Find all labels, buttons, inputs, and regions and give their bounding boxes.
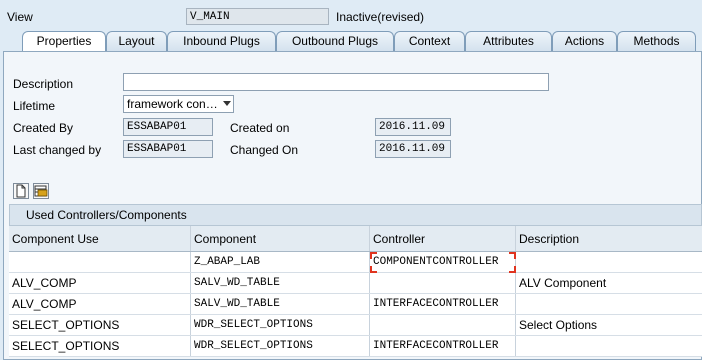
cell-description[interactable] [516,336,702,356]
table-header: Component Use Component Controller Descr… [9,226,702,252]
focus-corner-top-left [370,252,377,259]
table-row[interactable]: ALV_COMP SALV_WD_TABLE ALV Component [9,273,702,294]
created-on-label: Created on [230,121,290,135]
cell-description[interactable] [516,252,702,272]
cell-component-use[interactable]: SELECT_OPTIONS [9,315,191,335]
tab-context[interactable]: Context [394,31,465,51]
cell-description[interactable]: Select Options [516,315,702,335]
table-row[interactable]: ALV_COMP SALV_WD_TABLE INTERFACECONTROLL… [9,294,702,315]
cell-component[interactable]: Z_ABAP_LAB [191,252,370,272]
created-on-field: 2016.11.09 [375,118,451,136]
cell-component-use[interactable]: ALV_COMP [9,294,191,314]
changed-on-value: 2016.11.09 [379,143,446,155]
cell-component-use[interactable]: SELECT_OPTIONS [9,336,191,356]
tab-attributes[interactable]: Attributes [465,31,552,51]
lifetime-value: framework con… [127,97,218,111]
focus-corner-top-right [509,252,516,259]
cell-controller[interactable] [370,273,516,293]
cell-component[interactable]: WDR_SELECT_OPTIONS [191,336,370,356]
new-document-icon [16,184,26,198]
tab-outbound-plugs[interactable]: Outbound Plugs [276,31,394,51]
column-header-component[interactable]: Component [191,226,370,251]
table-row[interactable]: SELECT_OPTIONS WDR_SELECT_OPTIONS Select… [9,315,702,336]
lifetime-label: Lifetime [13,99,56,113]
last-changed-by-label: Last changed by [13,143,102,157]
column-header-component-use[interactable]: Component Use [9,226,191,251]
table-row[interactable]: Z_ABAP_LAB COMPONENTCONTROLLER [9,252,702,273]
cell-component-use[interactable] [9,252,191,272]
changed-on-field: 2016.11.09 [375,140,451,158]
new-document-button[interactable] [13,183,29,199]
last-changed-by-field: ESSABAP01 [123,140,213,158]
tab-layout[interactable]: Layout [106,31,167,51]
status-text: Inactive(revised) [336,10,425,24]
dropdown-arrow-icon[interactable] [223,101,231,106]
created-on-value: 2016.11.09 [379,121,446,133]
tab-methods[interactable]: Methods [617,31,696,51]
changed-on-label: Changed On [230,143,299,157]
cell-component[interactable]: SALV_WD_TABLE [191,294,370,314]
tab-strip: Properties Layout Inbound Plugs Outbound… [0,31,702,52]
cell-controller[interactable]: INTERFACECONTROLLER [370,336,516,356]
table-row[interactable]: SELECT_OPTIONS WDR_SELECT_OPTIONS INTERF… [9,336,702,357]
table-title: Used Controllers/Components [9,204,702,226]
view-name-field[interactable]: V_MAIN [186,8,329,25]
column-header-controller[interactable]: Controller [370,226,516,251]
tab-actions[interactable]: Actions [552,31,617,51]
created-by-value: ESSABAP01 [127,121,187,133]
cell-component[interactable]: SALV_WD_TABLE [191,273,370,293]
cell-controller[interactable]: COMPONENTCONTROLLER [370,252,516,272]
created-by-field: ESSABAP01 [123,118,213,136]
focus-corner-bottom-right [509,266,516,273]
cell-description[interactable] [516,294,702,314]
created-by-label: Created By [13,121,74,135]
cell-component[interactable]: WDR_SELECT_OPTIONS [191,315,370,335]
tab-inbound-plugs[interactable]: Inbound Plugs [167,31,276,51]
description-input[interactable] [123,73,549,91]
focus-corner-bottom-left [370,266,377,273]
last-changed-by-value: ESSABAP01 [127,143,187,155]
lifetime-dropdown[interactable]: framework con… [123,95,234,113]
description-label: Description [13,77,74,91]
cell-description[interactable]: ALV Component [516,273,702,293]
cell-controller[interactable]: INTERFACECONTROLLER [370,294,516,314]
view-label: View [7,10,33,24]
cell-controller[interactable] [370,315,516,335]
column-header-description[interactable]: Description [516,226,702,251]
delete-row-button[interactable] [33,183,49,199]
delete-row-icon [34,185,48,197]
tab-properties[interactable]: Properties [22,31,106,52]
cell-component-use[interactable]: ALV_COMP [9,273,191,293]
